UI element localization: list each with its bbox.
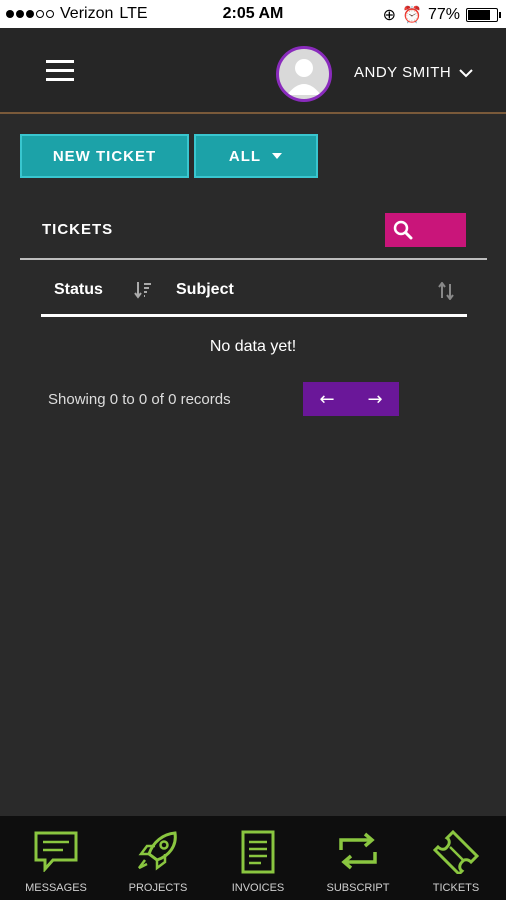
search-icon xyxy=(393,220,413,240)
filter-label: ALL xyxy=(228,147,262,165)
alarm-icon: ⏰ xyxy=(402,7,422,24)
section-title: TICKETS xyxy=(42,221,114,238)
chevron-down-icon xyxy=(459,68,473,77)
prev-page-arrow-icon[interactable]: ← xyxy=(319,389,334,410)
user-menu[interactable]: ANDY SMITH xyxy=(354,64,473,81)
ticket-icon xyxy=(433,830,479,874)
hamburger-menu-icon[interactable] xyxy=(46,60,74,82)
status-right: ⊕ ⏰ 77% xyxy=(382,5,501,25)
rotation-lock-icon: ⊕ xyxy=(382,7,397,24)
next-page-arrow-icon[interactable]: → xyxy=(367,389,382,410)
rocket-icon xyxy=(138,831,177,871)
app-header: ANDY SMITH xyxy=(0,28,506,114)
column-header-subject[interactable]: Subject xyxy=(176,281,234,299)
status-bar: Verizon LTE 2:05 AM ⊕ ⏰ 77% xyxy=(0,0,506,28)
new-ticket-button[interactable]: NEW TICKET xyxy=(20,134,189,178)
message-icon xyxy=(34,831,78,872)
repeat-icon xyxy=(339,832,377,870)
column-header-status[interactable]: Status xyxy=(54,281,103,299)
records-info: Showing 0 to 0 of 0 records xyxy=(48,391,231,408)
table-header-underline xyxy=(41,314,467,317)
search-button[interactable] xyxy=(385,213,466,247)
sort-both-icon[interactable] xyxy=(438,282,454,300)
battery-icon xyxy=(466,8,501,22)
sort-icon[interactable] xyxy=(134,281,152,299)
pagination: ← → xyxy=(303,382,399,416)
empty-message: No data yet! xyxy=(209,338,297,355)
nav-tickets[interactable]: TICKETS xyxy=(406,816,506,900)
nav-messages[interactable]: MESSAGES xyxy=(6,816,106,900)
section-divider xyxy=(20,258,487,260)
nav-subscriptions[interactable]: SUBSCRIPT xyxy=(308,816,408,900)
invoice-icon xyxy=(241,830,275,874)
battery-percent: 77% xyxy=(427,6,460,23)
nav-invoices[interactable]: INVOICES xyxy=(208,816,308,900)
nav-projects[interactable]: PROJECTS xyxy=(108,816,208,900)
avatar[interactable] xyxy=(276,46,332,102)
user-name: ANDY SMITH xyxy=(354,64,452,81)
filter-dropdown[interactable]: ALL xyxy=(194,134,318,178)
caret-down-icon xyxy=(272,153,283,159)
bottom-nav: MESSAGES PROJECTS INVOICES SUBSCRIPT TIC… xyxy=(0,816,506,900)
